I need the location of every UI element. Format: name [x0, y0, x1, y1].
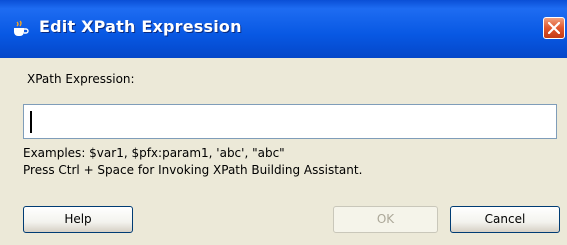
title-bar: Edit XPath Expression: [0, 0, 567, 58]
text-caret: [30, 111, 32, 133]
xpath-expression-input[interactable]: [23, 104, 557, 139]
dialog-title: Edit XPath Expression: [39, 17, 242, 36]
cancel-button[interactable]: Cancel: [450, 206, 560, 233]
close-icon: [548, 22, 560, 34]
close-button[interactable]: [543, 17, 565, 39]
help-button[interactable]: Help: [23, 206, 133, 233]
app-cup-icon: [11, 20, 29, 38]
xpath-field-label: XPath Expression:: [27, 72, 135, 86]
examples-text: Examples: $var1, $pfx:param1, 'abc', "ab…: [23, 146, 285, 160]
assistant-hint-text: Press Ctrl + Space for Invoking XPath Bu…: [23, 163, 363, 177]
dialog-window: Edit XPath Expression XPath Expression: …: [0, 0, 567, 245]
ok-button[interactable]: OK: [333, 206, 438, 233]
